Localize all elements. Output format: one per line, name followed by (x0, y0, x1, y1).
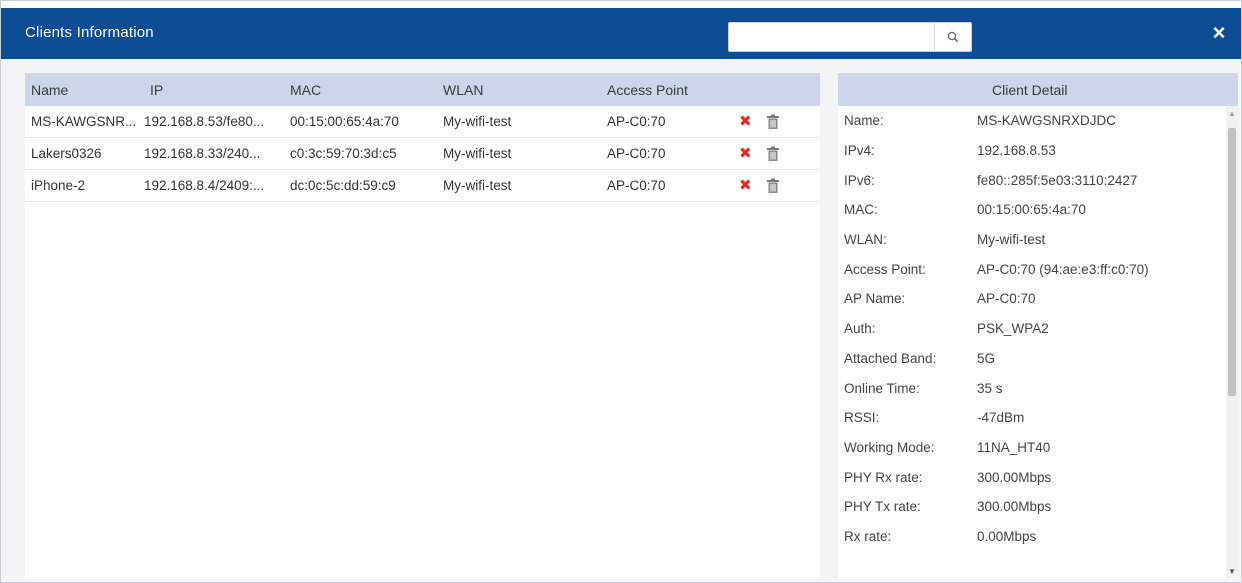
row-actions: ✖ (739, 178, 820, 194)
detail-value: 300.00Mbps (977, 469, 1052, 485)
detail-label: Online Time: (844, 380, 920, 396)
detail-row-access-point: Access Point: AP-C0:70 (94:ae:e3:ff:c0:7… (838, 254, 1226, 284)
detail-label: Auth: (844, 321, 876, 337)
scroll-down-arrow-icon[interactable]: ▼ (1226, 564, 1238, 578)
detail-label: MAC: (844, 202, 878, 218)
red-x-icon[interactable]: ✖ (739, 146, 752, 161)
trash-icon[interactable] (766, 146, 780, 162)
clients-information-dialog: Clients Information × Name IP MAC WLAN A… (0, 0, 1242, 583)
scroll-up-arrow-icon[interactable]: ▲ (1226, 106, 1238, 120)
search-button[interactable] (934, 23, 971, 51)
column-header-name[interactable]: Name (25, 82, 144, 98)
column-header-access-point[interactable]: Access Point (607, 82, 739, 98)
cell-wlan: My-wifi-test (443, 114, 512, 129)
detail-value: My-wifi-test (977, 232, 1046, 248)
client-detail-list[interactable]: Name: MS-KAWGSNRXDJDC IPv4: 192.168.8.53… (838, 106, 1226, 578)
detail-row-online-time: Online Time: 35 s (838, 373, 1226, 403)
detail-value: MS-KAWGSNRXDJDC (977, 113, 1117, 129)
dialog-title: Clients Information (25, 24, 154, 41)
detail-row-rssi: RSSI: -47dBm (838, 403, 1226, 433)
detail-label: PHY Rx rate: (844, 469, 923, 485)
dialog-titlebar: Clients Information × (1, 1, 1241, 59)
column-header-wlan[interactable]: WLAN (443, 82, 607, 98)
cell-name: MS-KAWGSNR... (31, 114, 137, 129)
cell-mac: dc:0c:5c:dd:59:c9 (290, 178, 396, 193)
detail-row-auth: Auth: PSK_WPA2 (838, 314, 1226, 344)
column-header-ip[interactable]: IP (144, 82, 290, 98)
red-x-icon[interactable]: ✖ (739, 114, 752, 129)
cell-access-point: AP-C0:70 (607, 114, 666, 129)
trash-icon[interactable] (766, 114, 780, 130)
cell-ip: 192.168.8.33/240... (144, 146, 261, 161)
cell-name: Lakers0326 (31, 146, 102, 161)
detail-label: AP Name: (844, 291, 906, 307)
client-detail-header: Client Detail (838, 73, 1238, 106)
detail-row-attached-band: Attached Band: 5G (838, 344, 1226, 374)
cell-mac: c0:3c:59:70:3d:c5 (290, 146, 397, 161)
cell-name: iPhone-2 (31, 178, 86, 193)
detail-row-phy-tx-rate: PHY Tx rate: 300.00Mbps (838, 492, 1226, 522)
trash-icon[interactable] (766, 178, 780, 194)
detail-value: 192.168.8.53 (977, 143, 1056, 159)
detail-row-ipv4: IPv4: 192.168.8.53 (838, 136, 1226, 166)
column-header-mac[interactable]: MAC (290, 82, 443, 98)
search-input[interactable] (729, 23, 934, 51)
detail-value: 35 s (977, 380, 1003, 396)
detail-value: 5G (977, 350, 996, 366)
cell-wlan: My-wifi-test (443, 178, 512, 193)
detail-label: Working Mode: (844, 439, 935, 455)
detail-label: IPv4: (844, 143, 875, 159)
detail-value: 00:15:00:65:4a:70 (977, 202, 1086, 218)
detail-value: 0.00Mbps (977, 528, 1037, 544)
detail-value: PSK_WPA2 (977, 321, 1049, 337)
table-row[interactable]: MS-KAWGSNR... 192.168.8.53/fe80... 00:15… (25, 106, 820, 138)
detail-row-rx-rate: Rx rate: 0.00Mbps (838, 522, 1226, 552)
client-list-header: Name IP MAC WLAN Access Point (25, 73, 820, 106)
scrollbar-thumb[interactable] (1228, 128, 1236, 396)
detail-label: IPv6: (844, 172, 875, 188)
client-list-panel: Name IP MAC WLAN Access Point MS-KAWGSNR… (25, 73, 820, 578)
red-x-icon[interactable]: ✖ (739, 178, 752, 193)
detail-label: Access Point: (844, 261, 926, 277)
detail-label: Name: (844, 113, 884, 129)
detail-row-phy-rx-rate: PHY Rx rate: 300.00Mbps (838, 462, 1226, 492)
row-actions: ✖ (739, 146, 820, 162)
search-box (728, 22, 972, 52)
detail-label: Rx rate: (844, 528, 892, 544)
detail-row-working-mode: Working Mode: 11NA_HT40 (838, 433, 1226, 463)
detail-row-name: Name: MS-KAWGSNRXDJDC (838, 106, 1226, 136)
cell-wlan: My-wifi-test (443, 146, 512, 161)
detail-label: PHY Tx rate: (844, 499, 921, 515)
close-button[interactable]: × (1207, 20, 1231, 45)
close-icon: × (1212, 20, 1226, 45)
detail-row-ap-name: AP Name: AP-C0:70 (838, 284, 1226, 314)
detail-label: WLAN: (844, 232, 887, 248)
row-actions: ✖ (739, 114, 820, 130)
detail-value: AP-C0:70 (94:ae:e3:ff:c0:70) (977, 261, 1149, 277)
detail-row-wlan: WLAN: My-wifi-test (838, 225, 1226, 255)
detail-row-mac: MAC: 00:15:00:65:4a:70 (838, 195, 1226, 225)
cell-ip: 192.168.8.53/fe80... (144, 114, 265, 129)
detail-row-ipv6: IPv6: fe80::285f:5e03:3110:2427 (838, 165, 1226, 195)
detail-label: RSSI: (844, 410, 880, 426)
table-row[interactable]: Lakers0326 192.168.8.33/240... c0:3c:59:… (25, 138, 820, 170)
detail-value: 300.00Mbps (977, 499, 1052, 515)
detail-scrollbar[interactable]: ▲ ▼ (1226, 106, 1238, 578)
detail-value: 11NA_HT40 (977, 439, 1051, 455)
detail-value: fe80::285f:5e03:3110:2427 (977, 172, 1138, 188)
cell-access-point: AP-C0:70 (607, 146, 666, 161)
cell-mac: 00:15:00:65:4a:70 (290, 114, 399, 129)
detail-value: -47dBm (977, 410, 1025, 426)
detail-value: AP-C0:70 (977, 291, 1036, 307)
table-row[interactable]: iPhone-2 192.168.8.4/2409:... dc:0c:5c:d… (25, 170, 820, 202)
cell-ip: 192.168.8.4/2409:... (144, 178, 265, 193)
cell-access-point: AP-C0:70 (607, 178, 666, 193)
client-detail-panel: Client Detail Name: MS-KAWGSNRXDJDC IPv4… (838, 73, 1238, 578)
detail-label: Attached Band: (844, 350, 937, 366)
search-icon (947, 31, 959, 43)
